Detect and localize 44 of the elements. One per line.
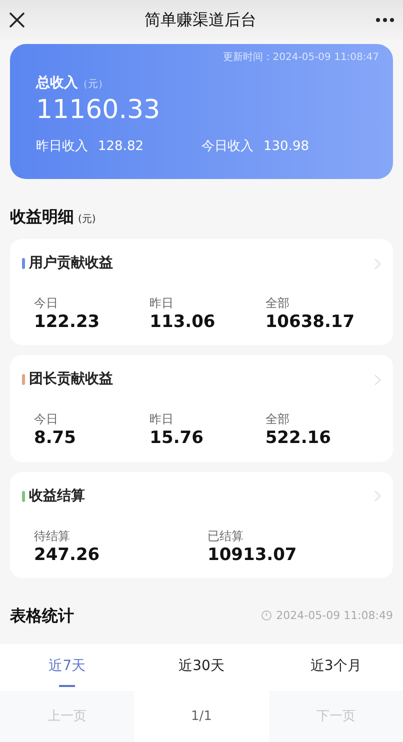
unit-label: （元） xyxy=(78,78,108,92)
close-icon[interactable] xyxy=(8,11,26,29)
stat-label: 今日收入 xyxy=(202,138,254,156)
update-time: 更新时间：2024-05-09 11:08:47 xyxy=(222,50,379,65)
section-title: 表格统计 xyxy=(10,604,74,627)
stats-time: 2024-05-09 11:08:49 xyxy=(276,608,393,624)
income-card[interactable]: 收益结算 待结算 247.26 已结算 10913.07 xyxy=(10,472,393,578)
stat-value: 10913.07 xyxy=(208,544,298,566)
more-icon[interactable] xyxy=(375,17,395,23)
stat-label: 待结算 xyxy=(34,528,71,544)
income-card[interactable]: 团长贡献收益 今日 8.75 昨日 15.76 全部 522.16 xyxy=(10,355,393,462)
clock-icon xyxy=(261,610,272,622)
stat-label: 全部 xyxy=(265,295,290,312)
stat-value: 522.16 xyxy=(265,428,332,450)
income-card[interactable]: 用户贡献收益 今日 122.23 昨日 113.06 全部 10638.17 xyxy=(10,239,393,346)
stat-label: 今日 xyxy=(34,411,59,428)
stat-value: 128.82 xyxy=(98,138,144,156)
card-title: 团长贡献收益 xyxy=(29,370,113,390)
stat-value: 10638.17 xyxy=(265,312,356,334)
unit-label: (元) xyxy=(78,213,96,227)
stat-label: 已结算 xyxy=(208,528,244,544)
period-tab[interactable]: 近7天 xyxy=(0,656,134,687)
card-title: 收益结算 xyxy=(29,486,85,506)
total-label: 总收入 xyxy=(36,74,78,93)
card-title: 用户贡献收益 xyxy=(29,254,113,273)
stat-label: 昨日收入 xyxy=(36,138,88,156)
total-amount: 11160.33 xyxy=(36,94,162,126)
stat-label: 今日 xyxy=(34,295,59,312)
chevron-right-icon xyxy=(374,374,381,386)
page-title: 简单赚渠道后台 xyxy=(144,9,256,31)
stat-value: 113.06 xyxy=(150,312,216,334)
chevron-right-icon xyxy=(374,258,381,270)
stat-value: 15.76 xyxy=(150,428,204,450)
stat-value: 247.26 xyxy=(34,544,101,566)
stat-label: 昨日 xyxy=(150,295,175,312)
stat-value: 130.98 xyxy=(264,138,309,156)
stat-value: 122.23 xyxy=(34,312,101,334)
stat-value: 8.75 xyxy=(34,428,77,450)
chevron-right-icon xyxy=(374,490,381,502)
section-title: 收益明细 xyxy=(10,206,74,228)
period-tab[interactable]: 近30天 xyxy=(134,656,269,687)
stat-label: 全部 xyxy=(265,411,290,428)
stat-label: 昨日 xyxy=(150,411,175,428)
period-tab[interactable]: 近3个月 xyxy=(268,656,403,687)
